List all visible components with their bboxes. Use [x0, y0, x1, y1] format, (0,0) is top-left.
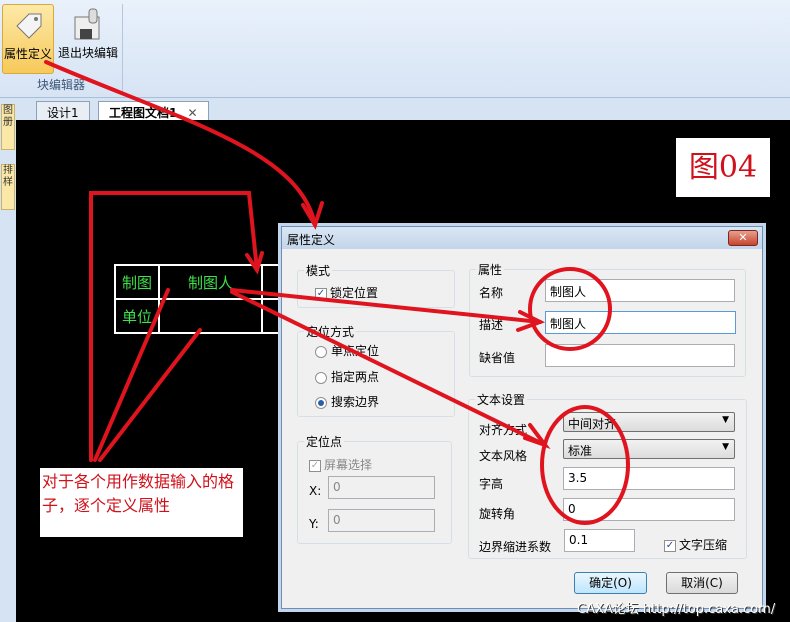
- save-exit-icon: [56, 4, 120, 44]
- alignment-label: 对齐方式: [479, 423, 528, 437]
- cad-cell: [158, 298, 263, 334]
- cad-cell: 制图人: [158, 264, 263, 300]
- radio-label: 搜索边界: [331, 395, 380, 409]
- y-input[interactable]: 0: [328, 509, 435, 532]
- text-height-input[interactable]: 3.5: [563, 467, 735, 490]
- attribute-definition-dialog: 属性定义 ✕ 模式 ✓ 锁定位置 定位方式 单点定位 指定两点 搜索边界 定位点 …: [281, 226, 763, 609]
- radio-two-points[interactable]: 指定两点: [315, 368, 379, 385]
- dropdown-arrow-icon: ▼: [722, 415, 729, 425]
- checkbox-icon: ✓: [309, 459, 321, 472]
- alignment-value: 中间对齐: [568, 417, 617, 431]
- attribute-define-button[interactable]: 属性定义: [2, 4, 54, 74]
- lock-position-checkbox[interactable]: ✓ 锁定位置: [315, 284, 378, 301]
- group-separator: [122, 4, 123, 92]
- left-sidebar: 图册 排样: [0, 98, 16, 622]
- radio-single-point[interactable]: 单点定位: [315, 342, 379, 359]
- name-input[interactable]: 制图人: [545, 279, 735, 302]
- x-input[interactable]: 0: [328, 476, 435, 499]
- cad-title-block: 制图 制图人 单位: [114, 264, 293, 334]
- dropdown-arrow-icon: ▼: [722, 442, 729, 452]
- text-style-label: 文本风格: [479, 449, 528, 463]
- default-value-input[interactable]: [545, 344, 735, 367]
- default-value-label: 缺省值: [479, 351, 516, 365]
- tab-drawing-doc1[interactable]: 工程图文档1 ✕: [98, 101, 209, 120]
- close-tab-icon[interactable]: ✕: [188, 106, 198, 120]
- attributes-group: 属性 名称 制图人 描述 制图人 缺省值: [469, 261, 746, 377]
- tag-icon: [3, 5, 53, 45]
- dialog-title: 属性定义: [282, 227, 762, 249]
- position-method-legend: 定位方式: [304, 323, 357, 340]
- text-compress-checkbox[interactable]: ✓ 文字压缩: [664, 536, 727, 553]
- tab-label: 工程图文档1: [109, 106, 178, 120]
- y-label: Y:: [309, 517, 319, 531]
- annotation-note: 对于各个用作数据输入的格子，逐个定义属性: [40, 468, 243, 537]
- sidebar-tab-layout[interactable]: 排样: [1, 164, 15, 210]
- checkbox-icon: ✓: [664, 539, 676, 552]
- text-settings-legend: 文本设置: [475, 391, 528, 408]
- attribute-define-label: 属性定义: [3, 47, 52, 61]
- watermark: CAXA论坛 http://top.caxa.com/: [577, 602, 776, 617]
- text-compress-label: 文字压缩: [679, 538, 728, 552]
- indent-factor-label: 边界缩进系数: [479, 540, 552, 554]
- document-tabs: 设计1 工程图文档1 ✕: [16, 98, 790, 120]
- rotation-input[interactable]: 0: [563, 498, 735, 521]
- position-point-legend: 定位点: [304, 433, 345, 450]
- position-point-group: 定位点 ✓ 屏幕选择 X: 0 Y: 0: [297, 433, 452, 544]
- ok-button[interactable]: 确定(O): [574, 572, 647, 594]
- cad-cell: 制图: [114, 264, 160, 300]
- indent-factor-input[interactable]: 0.1: [564, 529, 635, 552]
- text-style-value: 标准: [568, 444, 593, 458]
- radio-selected-icon: [315, 396, 327, 409]
- attributes-legend: 属性: [476, 261, 505, 278]
- exit-block-edit-button[interactable]: 退出块编辑: [56, 4, 120, 74]
- radio-icon: [315, 371, 327, 384]
- radio-label: 指定两点: [331, 370, 380, 384]
- mode-group: 模式 ✓ 锁定位置: [297, 262, 455, 308]
- x-label: X:: [309, 484, 322, 498]
- ribbon: 属性定义 退出块编辑 块编辑器: [0, 0, 790, 98]
- figure-label: 图04: [676, 138, 770, 197]
- radio-label: 单点定位: [331, 344, 380, 358]
- text-height-label: 字高: [479, 477, 504, 491]
- text-settings-group: 文本设置 对齐方式 中间对齐 ▼ 文本风格 标准 ▼ 字高 3.5 旋转角 0 边界…: [468, 391, 747, 559]
- description-label: 描述: [479, 318, 504, 332]
- alignment-select[interactable]: 中间对齐 ▼: [563, 412, 735, 432]
- checkbox-icon: ✓: [315, 287, 327, 300]
- radio-search-boundary[interactable]: 搜索边界: [315, 393, 379, 410]
- mode-legend: 模式: [304, 262, 333, 279]
- ribbon-group-label: 块编辑器: [36, 78, 85, 92]
- text-style-select[interactable]: 标准 ▼: [563, 439, 735, 459]
- screen-select-label: 屏幕选择: [324, 458, 373, 472]
- name-label: 名称: [479, 286, 504, 300]
- description-input[interactable]: 制图人: [545, 311, 736, 334]
- cad-cell: 单位: [114, 298, 160, 334]
- close-button[interactable]: ✕: [728, 230, 758, 246]
- cancel-button[interactable]: 取消(C): [666, 572, 738, 594]
- sidebar-tab-gallery[interactable]: 图册: [1, 104, 15, 150]
- lock-position-label: 锁定位置: [330, 286, 379, 300]
- tab-label: 设计1: [47, 106, 79, 120]
- radio-icon: [315, 345, 327, 358]
- tab-design1[interactable]: 设计1: [36, 101, 90, 120]
- rotation-label: 旋转角: [479, 507, 516, 521]
- screen-select-checkbox[interactable]: ✓ 屏幕选择: [309, 456, 372, 473]
- exit-block-edit-label: 退出块编辑: [57, 46, 118, 60]
- position-method-group: 定位方式 单点定位 指定两点 搜索边界: [297, 323, 455, 417]
